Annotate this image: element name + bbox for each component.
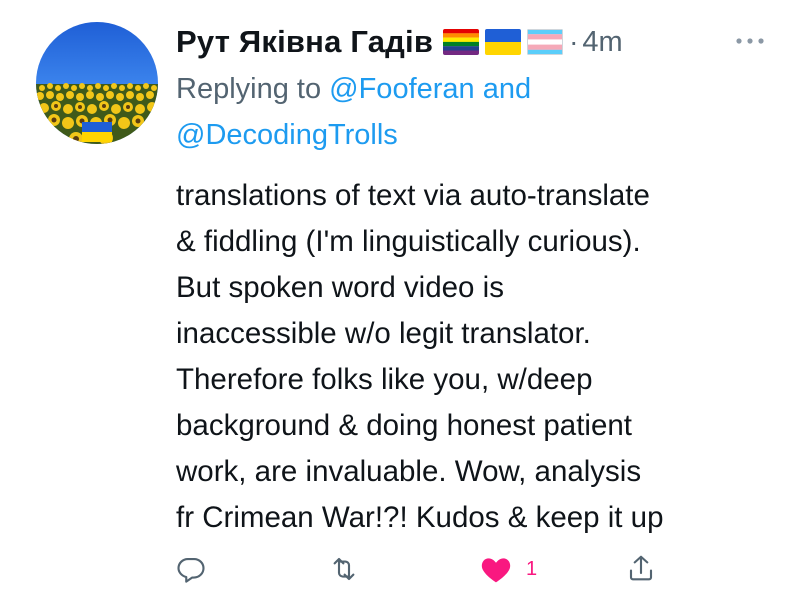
tweet-text-line: inaccessible w/o legit translator. — [176, 317, 591, 350]
mention-fooferan[interactable]: @Fooferan — [329, 73, 475, 105]
share-icon — [626, 552, 656, 584]
rainbow-flag-icon — [443, 29, 480, 55]
replying-to: Replying to @Fooferan and @DecodingTroll… — [176, 66, 736, 158]
tweet-text-line: But spoken word video is — [176, 271, 504, 304]
tweet-text-line: work, are invaluable. Wow, analysis — [176, 455, 642, 488]
like-button[interactable]: 1 — [480, 554, 537, 584]
flag-emojis — [443, 29, 564, 55]
tweet-text-line: translations of text via auto-translate — [176, 179, 650, 212]
more-dots-icon[interactable] — [734, 33, 766, 49]
tweet-text-line: & fiddling (I'm linguistically curious). — [176, 225, 641, 258]
transgender-flag-icon — [527, 29, 564, 55]
tweet-text: translations of text via auto-translate … — [176, 173, 796, 541]
reply-button[interactable] — [176, 554, 206, 584]
tweet-text-line: Therefore folks like you, w/deep — [176, 363, 593, 396]
time-separator: · — [569, 26, 579, 57]
tweet-actions: 1 — [0, 548, 800, 592]
retweet-icon — [328, 554, 360, 584]
reply-icon — [176, 554, 206, 584]
tweet-text-line: fr Crimean War!?! Kudos & keep it up — [176, 501, 664, 534]
replying-to-prefix: Replying to — [176, 73, 330, 105]
timestamp[interactable]: 4m — [582, 26, 622, 59]
mention-decodingtrolls[interactable]: @DecodingTrolls — [176, 119, 398, 151]
tweet-text-line: background & doing honest patient — [176, 409, 632, 442]
ukraine-flag-badge — [82, 122, 112, 142]
sunflower-field-avatar — [36, 22, 158, 144]
ukraine-flag-icon — [485, 29, 522, 55]
share-button[interactable] — [626, 552, 656, 584]
display-name[interactable]: Рут Яківна Гадів — [176, 24, 433, 60]
mention-joiner[interactable]: and — [475, 73, 531, 105]
avatar[interactable] — [36, 22, 158, 144]
heart-filled-icon — [480, 554, 512, 584]
like-count: 1 — [526, 557, 538, 580]
tweet-header: Рут Яківна Гадів · 4m — [176, 18, 800, 66]
retweet-button[interactable] — [328, 554, 360, 584]
